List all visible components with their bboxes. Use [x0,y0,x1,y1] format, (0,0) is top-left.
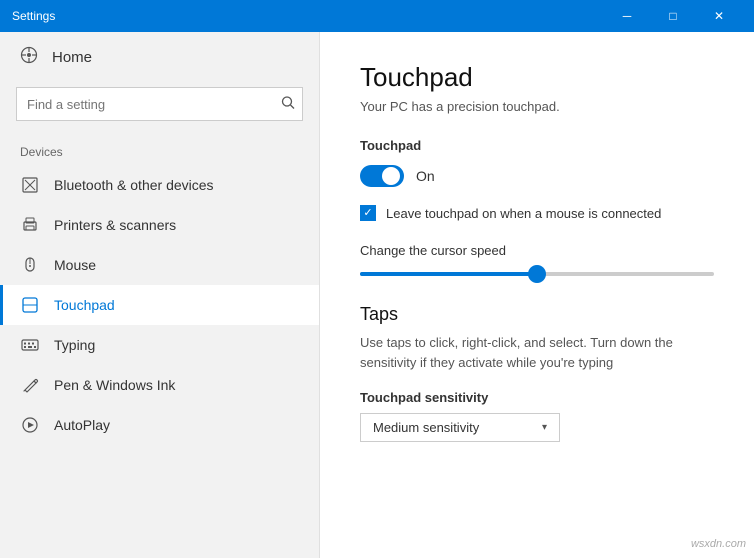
home-icon [20,46,38,69]
leave-on-checkbox[interactable]: ✓ [360,205,376,221]
autoplay-label: AutoPlay [54,417,110,433]
sidebar-item-mouse[interactable]: Mouse [0,245,319,285]
devices-section-label: Devices [0,137,319,165]
sidebar-item-bluetooth[interactable]: Bluetooth & other devices [0,165,319,205]
search-input[interactable] [16,87,303,121]
slider-section-label: Change the cursor speed [360,243,714,258]
pen-icon [20,376,40,394]
bluetooth-label: Bluetooth & other devices [54,177,214,193]
search-box [16,87,303,121]
minimize-button[interactable]: ─ [604,0,650,32]
sensitivity-dropdown[interactable]: Medium sensitivity ▾ [360,413,560,442]
typing-icon [20,336,40,354]
autoplay-icon [20,416,40,434]
sidebar-item-home[interactable]: Home [0,32,319,83]
search-icon-button[interactable] [281,96,295,113]
sensitivity-section-label: Touchpad sensitivity [360,390,714,405]
slider-thumb[interactable] [528,265,546,283]
taps-description: Use taps to click, right-click, and sele… [360,333,714,372]
sidebar-item-typing[interactable]: Typing [0,325,319,365]
toggle-knob [382,167,400,185]
mouse-label: Mouse [54,257,96,273]
sidebar-item-pen[interactable]: Pen & Windows Ink [0,365,319,405]
home-label: Home [52,49,92,66]
checkmark-icon: ✓ [363,208,372,219]
mouse-icon [20,256,40,274]
bluetooth-icon [20,176,40,194]
content-area: Home Devices [0,32,754,558]
page-subtitle: Your PC has a precision touchpad. [360,99,714,114]
touchpad-icon [20,296,40,314]
main-content: Touchpad Your PC has a precision touchpa… [320,32,754,558]
sidebar: Home Devices [0,32,320,558]
leave-on-checkbox-row: ✓ Leave touchpad on when a mouse is conn… [360,205,714,221]
typing-label: Typing [54,337,95,353]
toggle-label: On [416,168,435,184]
touchpad-label: Touchpad [54,297,115,313]
page-title: Touchpad [360,62,714,93]
dropdown-arrow-icon: ▾ [542,422,547,433]
printer-icon [20,216,40,234]
watermark: wsxdn.com [691,538,746,550]
sidebar-item-printers[interactable]: Printers & scanners [0,205,319,245]
sidebar-item-touchpad[interactable]: Touchpad [0,285,319,325]
maximize-button[interactable]: □ [650,0,696,32]
search-icon [281,96,295,110]
cursor-speed-slider-container [360,272,714,276]
settings-window: Settings ─ □ ✕ [0,0,754,558]
sidebar-item-autoplay[interactable]: AutoPlay [0,405,319,445]
slider-track[interactable] [360,272,714,276]
touchpad-toggle-row: On [360,165,714,187]
taps-title: Taps [360,304,714,325]
leave-on-label: Leave touchpad on when a mouse is connec… [386,206,661,221]
sensitivity-value: Medium sensitivity [373,420,479,435]
close-button[interactable]: ✕ [696,0,742,32]
slider-fill [360,272,537,276]
touchpad-toggle[interactable] [360,165,404,187]
title-bar: Settings ─ □ ✕ [0,0,754,32]
printers-label: Printers & scanners [54,217,176,233]
window-title: Settings [12,9,55,23]
pen-label: Pen & Windows Ink [54,377,175,393]
touchpad-section-label: Touchpad [360,138,714,153]
window-controls: ─ □ ✕ [604,0,742,32]
